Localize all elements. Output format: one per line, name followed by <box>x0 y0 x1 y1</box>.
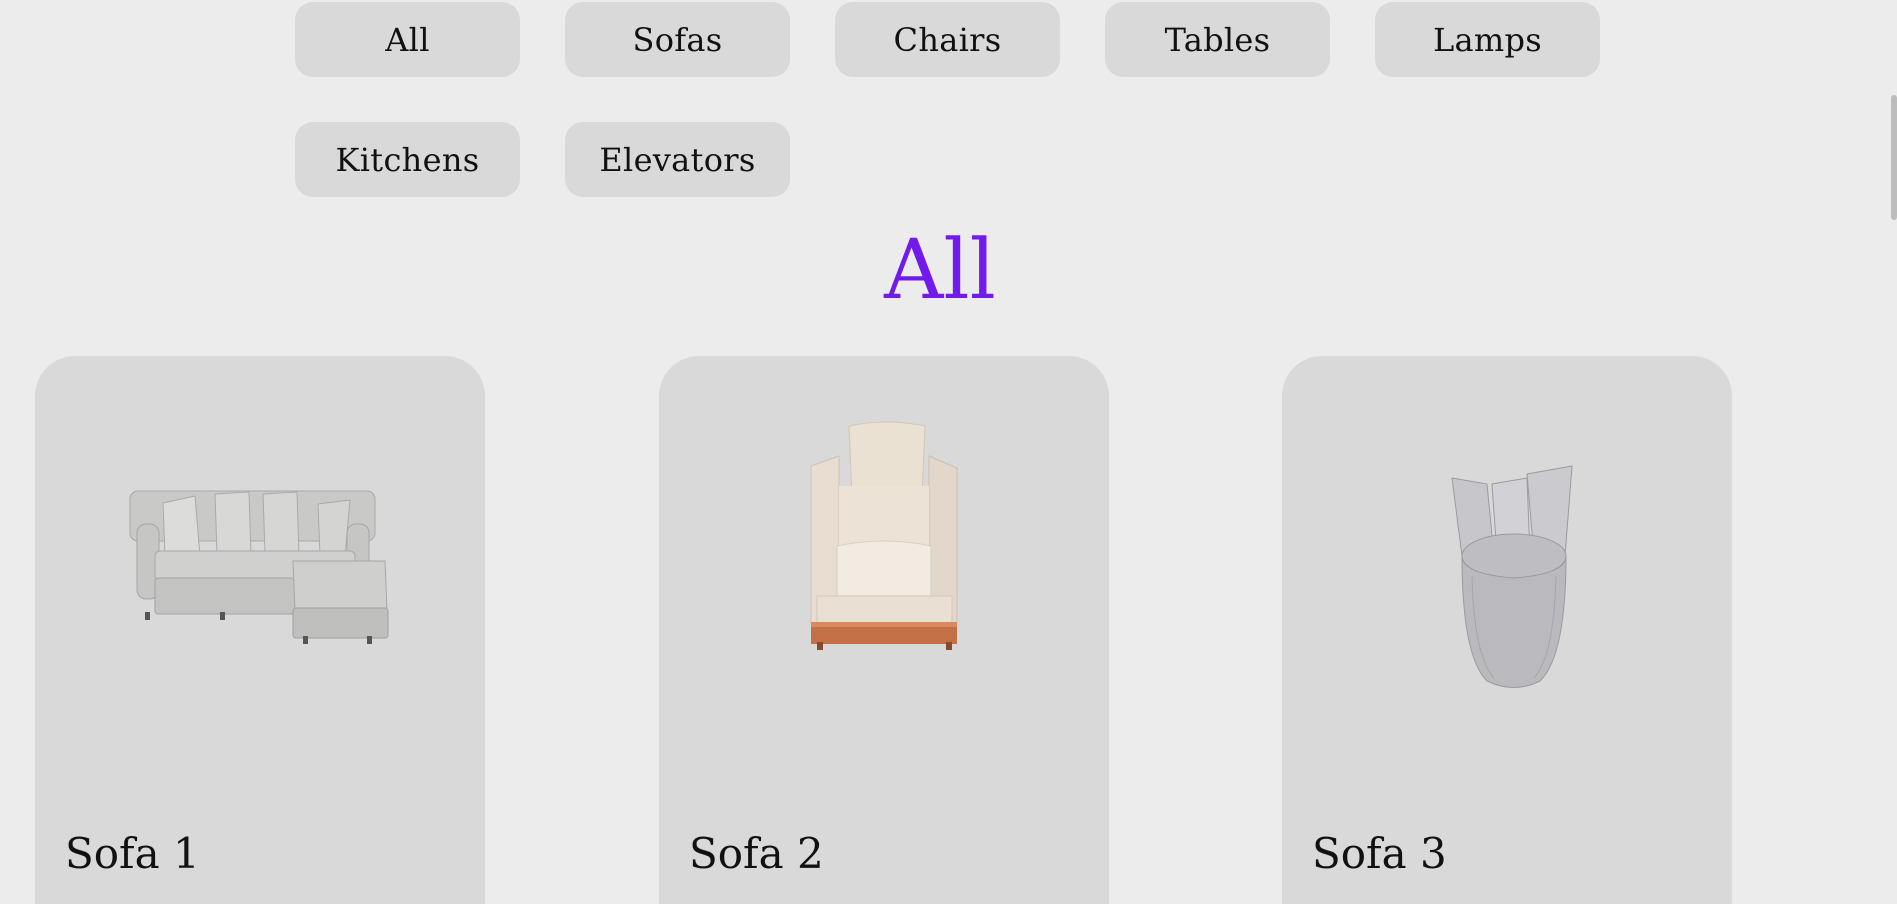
filter-button-elevators[interactable]: Elevators <box>565 122 790 197</box>
page: All Sofas Chairs Tables Lamps Kitchens E… <box>0 0 1897 904</box>
product-card-sofa-1[interactable]: Sofa 1 <box>35 356 485 904</box>
filter-label: Elevators <box>599 140 756 179</box>
vertical-scrollbar[interactable] <box>1889 0 1897 904</box>
round-chair-image <box>1451 465 1573 688</box>
product-title: Sofa 2 <box>689 829 824 878</box>
filter-button-all[interactable]: All <box>295 2 520 77</box>
filter-button-chairs[interactable]: Chairs <box>835 2 1060 77</box>
sectional-sofa-image <box>129 490 389 644</box>
filter-button-lamps[interactable]: Lamps <box>1375 2 1600 77</box>
filter-button-tables[interactable]: Tables <box>1105 2 1330 77</box>
section-heading: All <box>0 230 1880 312</box>
filter-button-kitchens[interactable]: Kitchens <box>295 122 520 197</box>
filter-label: Sofas <box>632 20 723 59</box>
filter-label: Lamps <box>1432 20 1543 59</box>
filter-label: Kitchens <box>335 140 480 179</box>
scrollbar-thumb[interactable] <box>1891 95 1897 220</box>
filter-label: All <box>385 20 430 59</box>
filter-label: Tables <box>1164 20 1271 59</box>
armchair-image <box>810 421 958 650</box>
product-title: Sofa 3 <box>1312 829 1447 878</box>
product-title: Sofa 1 <box>65 829 200 878</box>
filter-button-sofas[interactable]: Sofas <box>565 2 790 77</box>
filter-label: Chairs <box>893 20 1002 59</box>
product-card-sofa-2[interactable]: Sofa 2 <box>659 356 1109 904</box>
product-card-sofa-3[interactable]: Sofa 3 <box>1282 356 1732 904</box>
